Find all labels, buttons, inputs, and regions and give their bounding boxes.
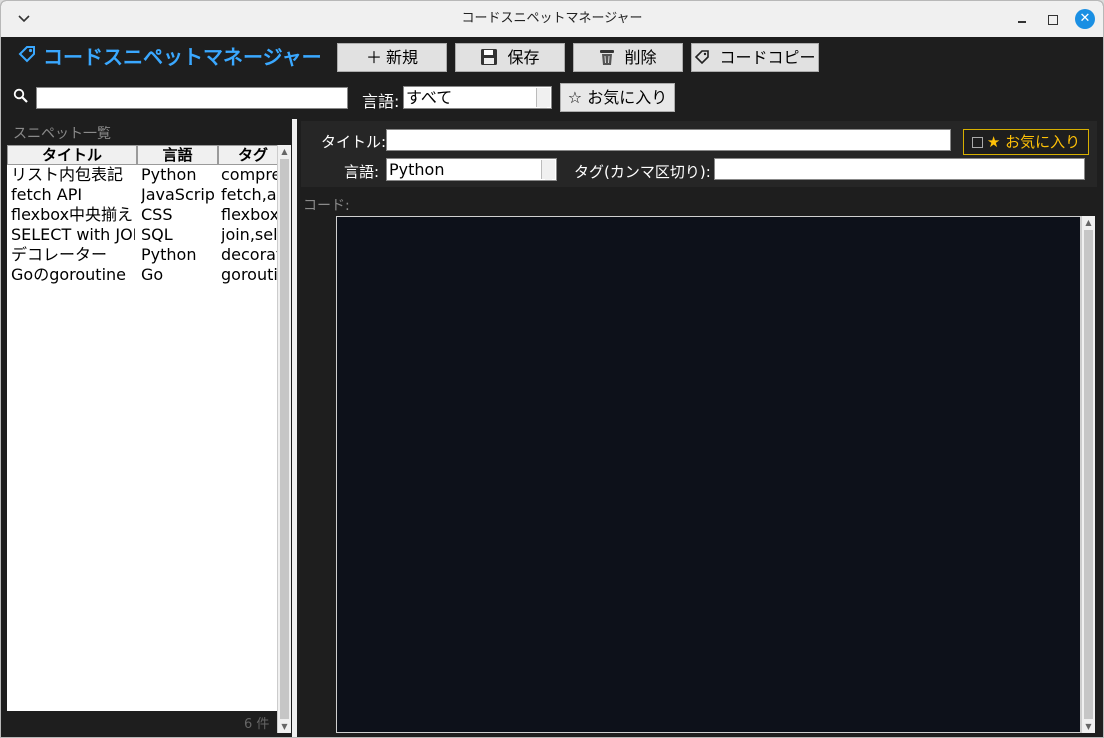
favorite-checkbox-label: ★ お気に入り (986, 133, 1081, 151)
dropdown-arrow-icon: ▁ (536, 88, 550, 108)
snippet-form: タイトル: ★ お気に入り 言語: Python ▁ タグ(カンマ区切り): (301, 121, 1097, 187)
scroll-up-icon[interactable]: ▲ (278, 145, 291, 158)
table-row[interactable]: デコレーター Python decorator (7, 245, 277, 265)
snippet-table[interactable]: タイトル 言語 タグ リスト内包表記Pythoncomprehensionfet… (7, 145, 277, 711)
favorite-filter-label: お気に入り (587, 88, 668, 107)
scroll-up-icon[interactable]: ▲ (1082, 216, 1095, 229)
cell-tags: goroutine (221, 265, 277, 284)
snippet-count: 6 件 (244, 717, 270, 732)
cell-title: flexbox中央揃え (11, 205, 134, 224)
new-button-label: 新規 (386, 48, 419, 67)
cell-lang: JavaScript (141, 185, 215, 204)
editor-scrollbar[interactable]: ▲ ▼ (1081, 216, 1095, 733)
search-input[interactable] (36, 87, 348, 109)
language-field-value: Python (389, 160, 445, 179)
cell-tags: join,select (221, 225, 277, 244)
checkbox-icon (971, 137, 983, 148)
search-icon (13, 88, 29, 108)
line-number-gutter (301, 215, 337, 733)
tags-field-label: タグ(カンマ区切り): (574, 163, 711, 181)
cell-tags: flexbox (221, 205, 277, 224)
plus-icon: ＋ (365, 48, 382, 67)
title-field[interactable] (386, 129, 951, 151)
floppy-disk-icon (480, 48, 503, 67)
favorite-checkbox[interactable]: ★ お気に入り (963, 129, 1089, 155)
cell-title: fetch API (11, 185, 83, 204)
minimize-icon[interactable] (1013, 10, 1031, 28)
cell-tags: fetch,async (221, 185, 277, 204)
save-button-label: 保存 (507, 48, 540, 67)
main-toolbar: コードスニペットマネージャー ＋新規 保存 削除 コードコピー (1, 37, 1103, 79)
scrollbar-thumb[interactable] (280, 159, 289, 719)
favorite-filter-button[interactable]: ☆ お気に入り (560, 83, 675, 112)
code-editor[interactable] (336, 216, 1081, 733)
language-field-label: 言語: (344, 163, 380, 181)
code-label: コード: (303, 198, 350, 214)
maximize-icon[interactable] (1043, 10, 1061, 28)
new-button[interactable]: ＋新規 (337, 43, 447, 72)
cell-lang: SQL (141, 225, 173, 244)
snippet-editor-panel: タイトル: ★ お気に入り 言語: Python ▁ タグ(カンマ区切り): コ… (297, 119, 1103, 737)
delete-button-label: 削除 (624, 48, 657, 67)
snippet-list-label: スニペット一覧 (13, 126, 111, 142)
filter-bar: 言語: すべて ▁ ☆ お気に入り (1, 79, 1103, 119)
star-outline-icon: ☆ (567, 88, 588, 107)
close-icon[interactable]: ✕ (1075, 9, 1095, 29)
scroll-down-icon[interactable]: ▼ (1082, 720, 1095, 733)
column-header-title[interactable]: タイトル (7, 145, 137, 165)
title-bar: コードスニペットマネージャー ✕ (1, 1, 1103, 37)
delete-button[interactable]: 削除 (573, 43, 683, 72)
table-row[interactable]: リスト内包表記 Python comprehension (7, 165, 277, 185)
scrollbar-thumb[interactable] (1084, 230, 1093, 719)
scroll-down-icon[interactable]: ▼ (278, 720, 291, 733)
language-filter-label: 言語: (362, 92, 400, 111)
table-row[interactable]: Goのgoroutine Go goroutine (7, 265, 277, 285)
window-title: コードスニペットマネージャー (461, 11, 643, 26)
tag-icon (694, 48, 715, 67)
tag-icon (17, 42, 37, 72)
snippet-list-panel: スニペット一覧 タイトル 言語 タグ リスト内包表記 Python comprehe… (1, 119, 292, 737)
cell-title: Goのgoroutine (11, 265, 126, 284)
tags-field[interactable] (714, 158, 1085, 180)
title-field-label: タイトル: (321, 133, 387, 151)
copy-code-button-label: コードコピー (719, 48, 816, 67)
trash-icon (599, 48, 620, 67)
cell-lang: Python (141, 245, 197, 264)
save-button[interactable]: 保存 (455, 43, 565, 72)
column-header-tags[interactable]: タグ (218, 145, 277, 165)
app-title: コードスニペットマネージャー (43, 45, 322, 69)
app-window: コードスニペットマネージャー ✕ コードスニペットマネージャー ＋新規 保存 削… (0, 0, 1104, 738)
cell-lang: CSS (141, 205, 173, 224)
app-heading: コードスニペットマネージャー (17, 42, 322, 72)
cell-tags: decorator (221, 245, 277, 264)
cell-title: リスト内包表記 (11, 165, 124, 184)
table-row[interactable]: flexbox中央揃え CSS flexbox (7, 205, 277, 225)
column-header-language[interactable]: 言語 (137, 145, 218, 165)
table-row[interactable]: fetch API JavaScript fetch,async (7, 185, 277, 205)
language-filter-value: すべて (406, 88, 453, 107)
cell-lang: Go (141, 265, 164, 284)
table-header: タイトル 言語 タグ (7, 145, 277, 165)
cell-lang: Python (141, 165, 197, 184)
language-field-select[interactable]: Python ▁ (386, 158, 557, 181)
cell-title: デコレーター (11, 245, 108, 264)
copy-code-button[interactable]: コードコピー (691, 43, 819, 72)
dropdown-arrow-icon: ▁ (541, 160, 555, 180)
table-row[interactable]: SELECT with JOIN SQL join,select (7, 225, 277, 245)
cell-title: SELECT with JOIN (11, 225, 135, 244)
language-filter-select[interactable]: すべて ▁ (403, 86, 552, 109)
list-scrollbar[interactable]: ▲ ▼ (277, 145, 291, 733)
cell-tags: comprehension (221, 165, 277, 184)
